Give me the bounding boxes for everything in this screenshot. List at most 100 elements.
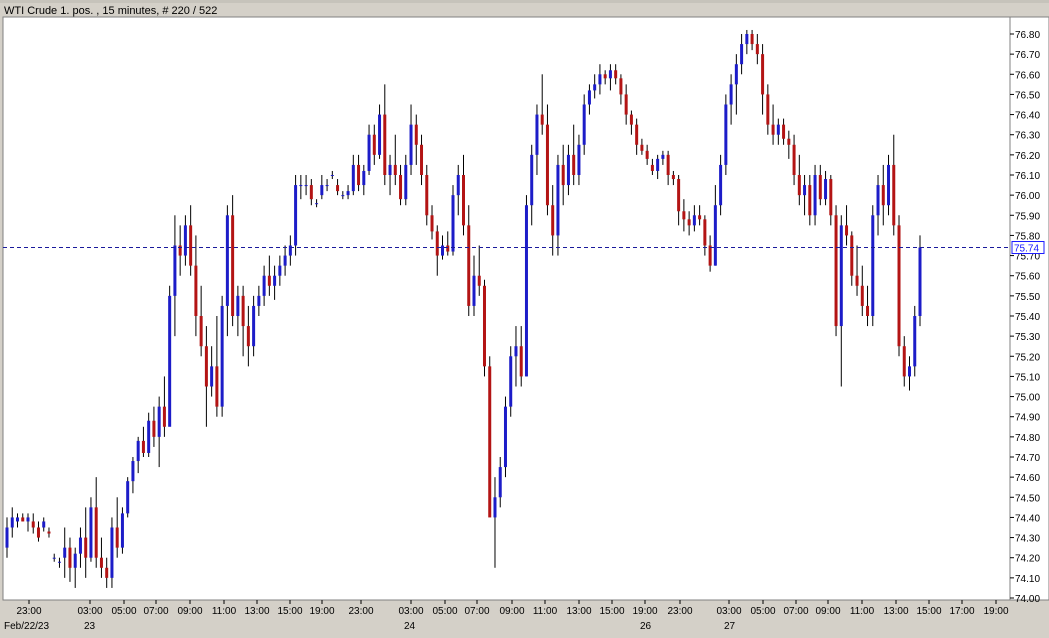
price-tick-label: 75.50	[1015, 292, 1040, 303]
candle-body	[451, 195, 455, 252]
candle-body	[99, 557, 103, 568]
price-tick-label: 76.60	[1015, 70, 1040, 81]
time-tick-label: 23:00	[348, 606, 373, 617]
candle-body	[462, 175, 465, 226]
candle-body	[399, 175, 403, 200]
price-tick-label: 74.90	[1015, 413, 1040, 424]
candle-body	[262, 275, 266, 296]
candle-body	[824, 179, 828, 200]
candle-body	[173, 245, 177, 296]
candle-body	[168, 295, 172, 427]
candle-body	[692, 215, 696, 226]
candle-body	[283, 255, 287, 266]
candle-body	[671, 175, 675, 180]
candle-body	[94, 507, 98, 558]
candle-body	[252, 305, 256, 347]
candle-body	[341, 195, 345, 197]
candle	[524, 195, 528, 377]
candle-body	[598, 74, 602, 85]
candle-body	[278, 265, 282, 276]
candle-body	[189, 225, 193, 266]
candle-body	[257, 295, 261, 306]
candle-body	[199, 316, 203, 347]
candle-body	[309, 185, 313, 200]
candle-body	[456, 175, 460, 196]
candle-body	[918, 247, 922, 316]
price-tick-label: 75.40	[1015, 312, 1040, 323]
candle-body	[357, 164, 361, 186]
time-tick-label: 09:00	[499, 606, 524, 617]
candle-body	[126, 481, 130, 514]
time-tick-label: 11:00	[212, 606, 237, 617]
candle	[168, 285, 172, 427]
candle-body	[813, 175, 817, 216]
candle-body	[719, 164, 723, 206]
candle-body	[656, 158, 660, 171]
candle-body	[797, 175, 801, 196]
plot-area[interactable]	[2, 16, 1011, 601]
candle-body	[21, 517, 25, 522]
candle-body	[677, 179, 681, 212]
candle-body	[713, 205, 717, 266]
candle-body	[566, 154, 570, 186]
candle-body	[577, 144, 581, 175]
date-label: 24	[404, 621, 416, 632]
price-tick-label: 75.90	[1015, 211, 1040, 222]
candle-body	[68, 547, 72, 568]
candle-body	[10, 517, 14, 528]
candle-body	[787, 138, 791, 145]
candle	[503, 396, 507, 478]
candle	[918, 235, 922, 327]
date-label: 27	[724, 621, 736, 632]
candle-body	[892, 164, 896, 226]
candle-body	[582, 104, 586, 145]
candle-body	[829, 179, 833, 216]
candle-body	[698, 215, 702, 220]
candle-body	[420, 144, 424, 175]
current-price-badge: 75.74	[1011, 241, 1045, 255]
candle-body	[152, 420, 156, 437]
candle-body	[73, 553, 77, 568]
candle	[488, 356, 492, 518]
candle-body	[545, 124, 549, 206]
candle-body	[246, 326, 250, 347]
candle-body	[36, 527, 40, 538]
time-tick-label: 11:00	[533, 606, 558, 617]
candle-body	[860, 285, 864, 306]
candle-body	[514, 346, 518, 357]
candle-body	[241, 295, 245, 327]
candle-body	[803, 185, 807, 196]
price-tick-label: 76.00	[1015, 191, 1040, 202]
time-tick-label: 19:00	[983, 606, 1008, 617]
candle-body	[876, 185, 880, 216]
candle	[871, 205, 875, 327]
date-axis: Feb/22/23 23 24 26 27	[4, 621, 736, 632]
candle-body	[635, 124, 639, 145]
time-tick-label: 07:00	[143, 606, 168, 617]
candle-body	[393, 164, 397, 175]
candle-body	[509, 356, 513, 407]
candle-body	[446, 245, 450, 252]
price-tick-label: 76.20	[1015, 151, 1040, 162]
candle-body	[782, 124, 786, 139]
candle-body	[157, 406, 161, 437]
candle-body	[708, 245, 712, 266]
candle-body	[524, 205, 528, 377]
candle-body	[624, 94, 628, 115]
candle-body	[472, 275, 476, 306]
candle-body	[750, 34, 754, 45]
price-chart[interactable]: WTI Crude 1. pos. , 15 minutes, # 220 / …	[0, 0, 1049, 638]
time-tick-label: 13:00	[566, 606, 591, 617]
candle-body	[734, 64, 738, 85]
candle-body	[336, 185, 340, 192]
candle-body	[724, 104, 728, 165]
candle-body	[267, 275, 271, 286]
candle	[294, 175, 298, 256]
time-tick-label: 17:00	[949, 606, 974, 617]
candle-body	[204, 346, 208, 387]
candle-body	[556, 164, 560, 236]
price-tick-label: 74.60	[1015, 473, 1040, 484]
candle-body	[535, 114, 539, 155]
time-tick-label: 05:00	[750, 606, 775, 617]
price-tick-label: 76.30	[1015, 131, 1040, 142]
